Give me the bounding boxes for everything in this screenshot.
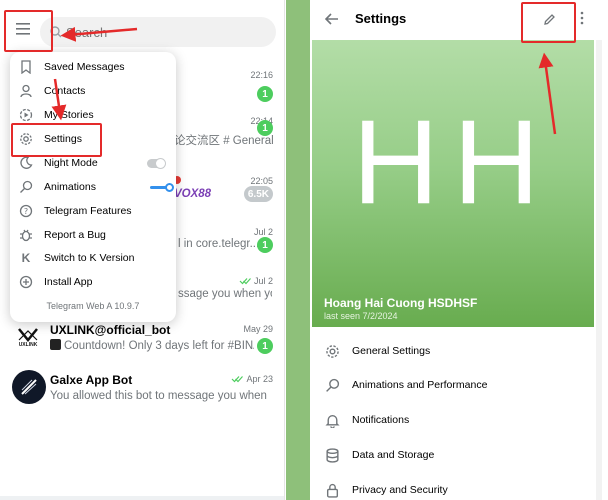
main-menu-dropdown: Saved Messages Contacts My Stories Setti…: [10, 52, 176, 322]
settings-item-general[interactable]: General Settings: [312, 334, 594, 368]
galxe-logo-icon: [21, 379, 37, 395]
avatar: [12, 370, 46, 404]
menu-item-label: My Stories: [44, 109, 94, 121]
back-button[interactable]: [320, 7, 344, 31]
avatar: UXLINK: [12, 322, 44, 354]
settings-panel: Settings HH Hoang Hai Cuong HSDHSF last …: [312, 0, 608, 500]
animations-icon: [18, 179, 34, 195]
chat-preview: You allowed this bot to message you when…: [50, 390, 270, 402]
menu-item-animations[interactable]: Animations: [10, 175, 176, 199]
database-icon: [324, 447, 340, 463]
chat-time: 22:16: [250, 70, 273, 80]
menu-item-label: Saved Messages: [44, 61, 125, 73]
profile-name: Hoang Hai Cuong HSDHSF: [324, 296, 478, 310]
menu-item-label: Report a Bug: [44, 229, 106, 241]
emoji-icon: [50, 339, 61, 350]
search-input[interactable]: [66, 24, 246, 40]
menu-item-switch-k[interactable]: K Switch to K Version: [10, 246, 176, 270]
scrollbar[interactable]: [596, 40, 602, 500]
stories-icon: [18, 107, 34, 123]
chat-preview: Countdown! Only 3 days left for #BINANCE…: [64, 340, 254, 352]
annotation-box-settings: [11, 123, 102, 157]
chat-preview: 论交流区 # General-...: [174, 135, 274, 147]
settings-item-data-storage[interactable]: Data and Storage: [312, 438, 594, 472]
chat-time: Apr 23: [231, 374, 273, 384]
chat-name: UXLINK@official_bot: [50, 323, 171, 337]
more-icon[interactable]: [580, 10, 584, 26]
menu-item-saved-messages[interactable]: Saved Messages: [10, 55, 176, 79]
annotation-box-edit: [521, 2, 576, 43]
bug-icon: [18, 227, 34, 243]
settings-item-label: General Settings: [352, 345, 431, 357]
settings-item-label: Notifications: [352, 414, 410, 426]
chat-preview: ssage you when you lo...: [178, 288, 272, 300]
k-icon: K: [21, 251, 31, 265]
profile-banner: HH Hoang Hai Cuong HSDHSF last seen 7/2/…: [312, 40, 594, 327]
user-icon: [18, 83, 34, 99]
unread-badge: 1: [257, 338, 273, 354]
chat-name: Galxe App Bot: [50, 373, 133, 387]
animations-slider[interactable]: [150, 183, 174, 192]
settings-item-label: Animations and Performance: [352, 379, 488, 391]
read-check-icon: [232, 376, 244, 383]
unread-badge: 6.5K: [243, 186, 273, 202]
menu-item-label: Night Mode: [44, 157, 98, 169]
chat-time: May 29: [243, 324, 273, 334]
menu-item-label: Switch to K Version: [44, 252, 135, 264]
settings-item-privacy[interactable]: Privacy and Security: [312, 473, 594, 500]
chat-time: Jul 2: [239, 276, 273, 286]
settings-item-label: Data and Storage: [352, 449, 435, 461]
bell-icon: [324, 412, 340, 428]
menu-item-report-bug[interactable]: Report a Bug: [10, 223, 176, 247]
avatar-text: UXLINK: [18, 342, 38, 348]
plus-circle-icon: [18, 274, 34, 290]
chat-row[interactable]: Galxe App Bot You allowed this bot to me…: [0, 368, 284, 418]
chat-row[interactable]: UXLINK UXLINK@official_bot Countdown! On…: [0, 318, 284, 368]
settings-item-label: Privacy and Security: [352, 484, 448, 496]
menu-item-telegram-features[interactable]: ? Telegram Features: [10, 199, 176, 223]
chat-time: 22:05: [250, 176, 273, 186]
menu-item-label: Install App: [44, 276, 93, 288]
read-check-icon: [239, 278, 251, 285]
uxlink-logo-icon: [18, 328, 38, 342]
lock-icon: [324, 482, 340, 498]
animations-icon: [324, 377, 340, 393]
chat-preview: l in core.telegr...: [178, 238, 260, 250]
annotation-box-menu: [4, 10, 53, 52]
menu-item-install-app[interactable]: Install App: [10, 270, 176, 294]
question-icon: ?: [18, 203, 34, 219]
chat-time: Jul 2: [253, 227, 273, 237]
night-mode-toggle[interactable]: [147, 158, 166, 169]
moon-icon: [18, 155, 34, 171]
chat-list-panel: 22:16 1 l] 论交流区 # General-... 22:14 1 VO…: [0, 0, 285, 500]
unread-badge: 1: [257, 120, 273, 136]
menu-item-label: Animations: [44, 181, 96, 193]
gear-icon: [324, 343, 340, 359]
arrow-left-icon: [325, 13, 338, 25]
profile-initials: HH: [352, 95, 554, 229]
menu-item-label: Contacts: [44, 85, 86, 97]
unread-badge: 1: [257, 86, 273, 102]
profile-status: last seen 7/2/2024: [324, 311, 398, 321]
settings-item-notifications[interactable]: Notifications: [312, 403, 594, 437]
page-title: Settings: [355, 11, 407, 26]
left-bottom-bar: [0, 496, 284, 500]
settings-item-animations[interactable]: Animations and Performance: [312, 368, 594, 402]
app-version: Telegram Web A 10.9.7: [46, 301, 140, 311]
menu-item-label: Telegram Features: [44, 205, 132, 217]
menu-item-contacts[interactable]: Contacts: [10, 79, 176, 103]
unread-badge: 1: [257, 237, 273, 253]
chat-preview: VOX88: [174, 188, 212, 200]
bookmark-icon: [18, 59, 34, 75]
svg-text:?: ?: [24, 207, 28, 216]
chat-background-strip: [286, 0, 310, 500]
search-bar[interactable]: [40, 17, 276, 47]
